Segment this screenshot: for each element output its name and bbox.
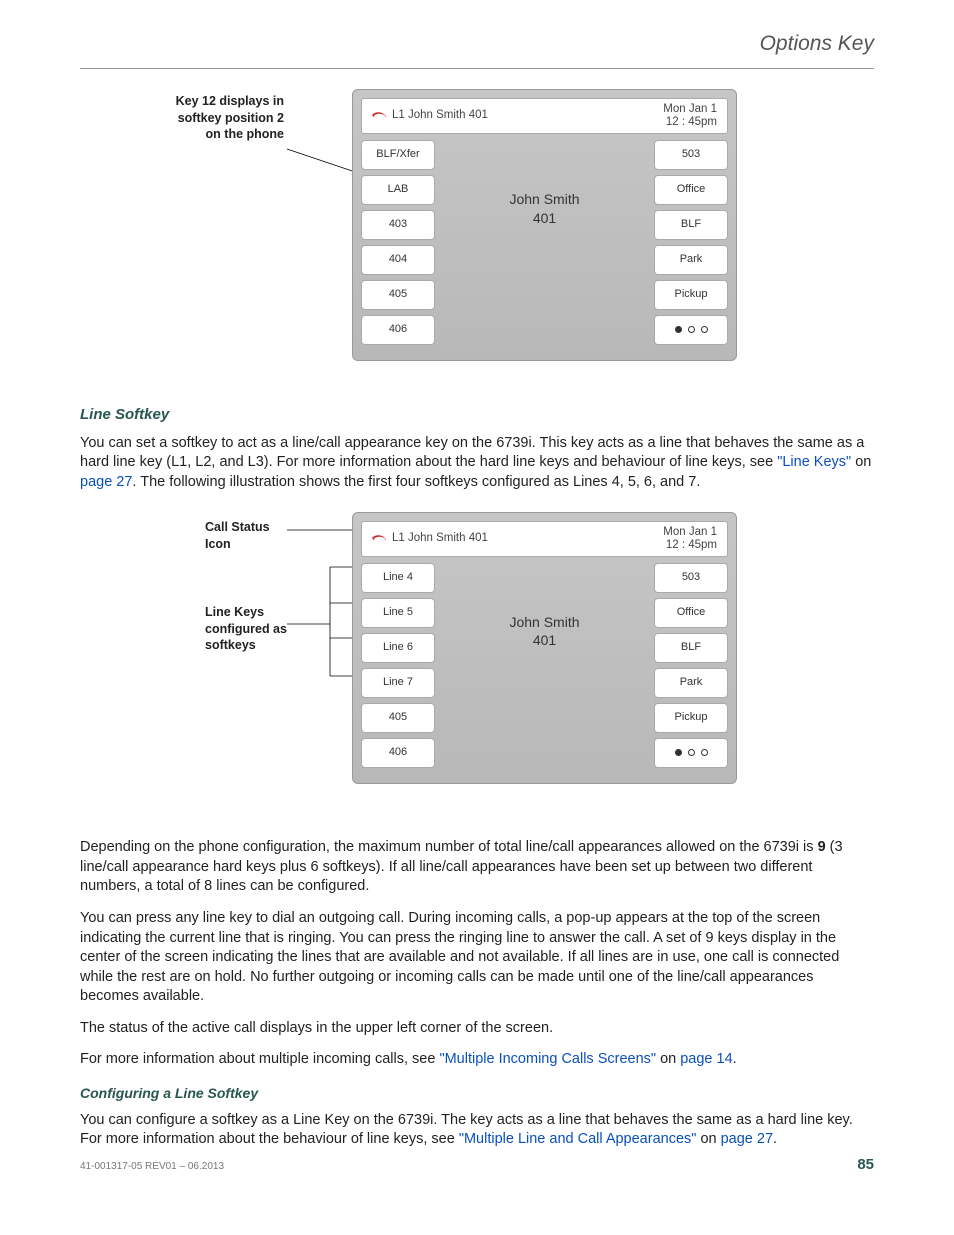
paragraph: You can configure a softkey as a Line Ke… — [80, 1111, 874, 1150]
text: on — [696, 1131, 720, 1147]
date-text: Mon Jan 1 — [663, 103, 717, 116]
softkey-right[interactable]: 503 — [654, 140, 728, 170]
text: . — [773, 1131, 777, 1147]
paragraph: For more information about multiple inco… — [80, 1050, 874, 1070]
softkey-left[interactable]: 405 — [361, 280, 435, 310]
page-footer: 41-001317-05 REV01 – 06.2013 85 — [80, 1155, 874, 1175]
softkey-page-dots[interactable] — [654, 738, 728, 768]
text: on — [656, 1051, 680, 1067]
figure2-annotation-callstatus: Call Status Icon — [205, 519, 345, 552]
page-dot-active-icon — [675, 326, 682, 333]
center-name: John Smith — [435, 613, 654, 632]
softkey-right[interactable]: BLF — [654, 633, 728, 663]
figure-linekeys: Call Status Icon Line Keys configured as… — [80, 506, 874, 816]
softkey-left[interactable]: Line 5 — [361, 598, 435, 628]
line-label: L1 John Smith 401 — [392, 531, 488, 547]
annot-line: Line Keys — [205, 604, 345, 620]
paragraph: Depending on the phone configuration, th… — [80, 838, 874, 897]
text: For more information about multiple inco… — [80, 1051, 439, 1067]
page-number: 85 — [857, 1155, 874, 1175]
figure2-annotation-linekeys: Line Keys configured as softkeys — [205, 604, 345, 653]
softkey-left[interactable]: Line 7 — [361, 668, 435, 698]
phone-header: L1 John Smith 401 Mon Jan 1 12 : 45pm — [361, 98, 728, 133]
line-label: L1 John Smith 401 — [392, 108, 488, 124]
phone-mock-1: L1 John Smith 401 Mon Jan 1 12 : 45pm BL… — [352, 89, 737, 360]
text: Depending on the phone configuration, th… — [80, 839, 818, 855]
phone-center: John Smith 401 — [435, 190, 654, 228]
phone-icon — [372, 533, 386, 544]
annot-line: Icon — [205, 536, 345, 552]
page-dot-icon — [688, 749, 695, 756]
softkey-page-dots[interactable] — [654, 315, 728, 345]
link-page-14[interactable]: page 14 — [680, 1051, 732, 1067]
annot-line: on the phone — [144, 126, 284, 142]
softkey-right[interactable]: Office — [654, 598, 728, 628]
page-dot-active-icon — [675, 749, 682, 756]
softkey-left[interactable]: 406 — [361, 315, 435, 345]
text: . The following illustration shows the f… — [132, 474, 700, 490]
link-line-keys[interactable]: "Line Keys" — [777, 454, 851, 470]
footer-rev: 41-001317-05 REV01 – 06.2013 — [80, 1160, 224, 1174]
softkey-right[interactable]: Park — [654, 668, 728, 698]
softkey-left[interactable]: LAB — [361, 175, 435, 205]
annot-line: configured as — [205, 621, 345, 637]
phone-center: John Smith 401 — [435, 613, 654, 651]
paragraph: You can set a softkey to act as a line/c… — [80, 434, 874, 493]
softkey-left[interactable]: 403 — [361, 210, 435, 240]
bold-max: 9 — [818, 839, 826, 855]
softkey-right[interactable]: BLF — [654, 210, 728, 240]
softkey-right[interactable]: Park — [654, 245, 728, 275]
annot-line: Key 12 displays in — [144, 93, 284, 109]
link-page-27[interactable]: page 27 — [80, 474, 132, 490]
heading-configuring-line-softkey: Configuring a Line Softkey — [80, 1084, 874, 1103]
page-header-title: Options Key — [80, 30, 874, 58]
time-text: 12 : 45pm — [663, 116, 717, 129]
time-text: 12 : 45pm — [663, 539, 717, 552]
softkey-right[interactable]: Pickup — [654, 703, 728, 733]
annot-line: softkeys — [205, 637, 345, 653]
paragraph: The status of the active call displays i… — [80, 1019, 874, 1039]
date-text: Mon Jan 1 — [663, 526, 717, 539]
phone-mock-2: L1 John Smith 401 Mon Jan 1 12 : 45pm Li… — [352, 512, 737, 783]
text: on — [851, 454, 871, 470]
link-mlca[interactable]: "Multiple Line and Call Appearances" — [459, 1131, 697, 1147]
heading-line-softkey: Line Softkey — [80, 405, 874, 425]
figure-key12: Key 12 displays in softkey position 2 on… — [80, 83, 874, 383]
header-rule — [80, 68, 874, 69]
softkey-right[interactable]: Office — [654, 175, 728, 205]
page-dot-icon — [701, 326, 708, 333]
paragraph: You can press any line key to dial an ou… — [80, 909, 874, 1007]
annot-line: Call Status — [205, 519, 345, 535]
softkey-left[interactable]: BLF/Xfer — [361, 140, 435, 170]
softkey-left[interactable]: Line 4 — [361, 563, 435, 593]
center-ext: 401 — [435, 631, 654, 650]
figure1-annotation: Key 12 displays in softkey position 2 on… — [144, 93, 284, 142]
softkey-left[interactable]: 406 — [361, 738, 435, 768]
link-page-27b[interactable]: page 27 — [721, 1131, 773, 1147]
page-dot-icon — [688, 326, 695, 333]
softkey-right[interactable]: Pickup — [654, 280, 728, 310]
annot-line: softkey position 2 — [144, 110, 284, 126]
softkey-left[interactable]: 404 — [361, 245, 435, 275]
center-name: John Smith — [435, 190, 654, 209]
text: . — [733, 1051, 737, 1067]
softkey-right[interactable]: 503 — [654, 563, 728, 593]
page-dot-icon — [701, 749, 708, 756]
softkey-left[interactable]: 405 — [361, 703, 435, 733]
phone-icon — [372, 110, 386, 121]
center-ext: 401 — [435, 209, 654, 228]
text: You can set a softkey to act as a line/c… — [80, 435, 864, 471]
softkey-left[interactable]: Line 6 — [361, 633, 435, 663]
link-mics[interactable]: "Multiple Incoming Calls Screens" — [439, 1051, 656, 1067]
phone-header: L1 John Smith 401 Mon Jan 1 12 : 45pm — [361, 521, 728, 556]
